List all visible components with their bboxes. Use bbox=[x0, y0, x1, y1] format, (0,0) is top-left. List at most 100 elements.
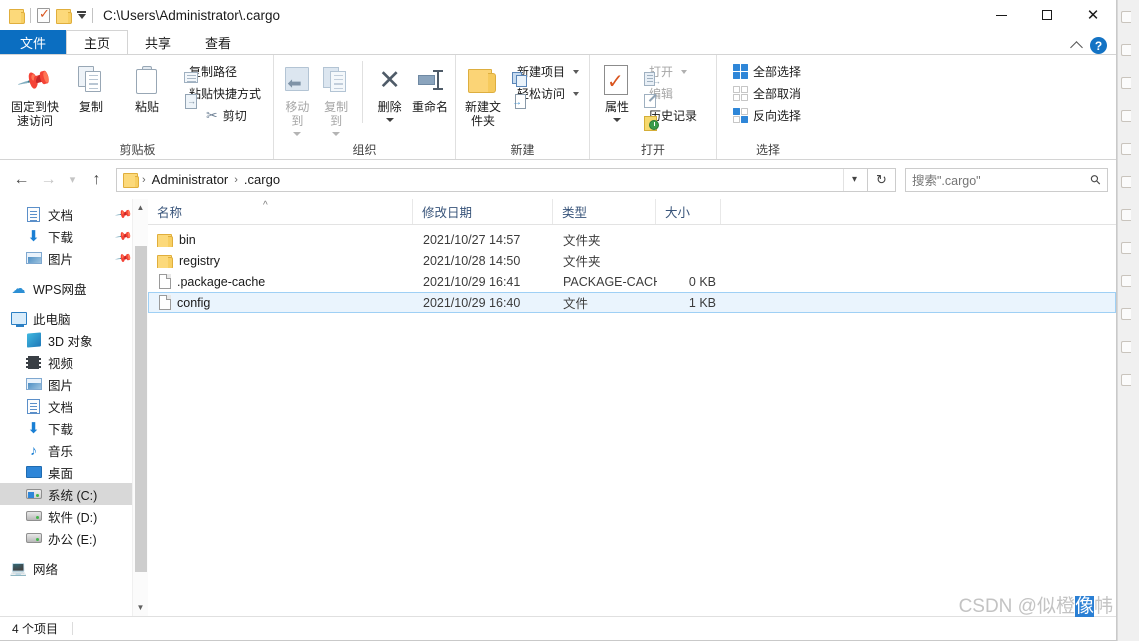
downloads-icon: ⬇ bbox=[27, 419, 40, 437]
open-button[interactable]: → 打开 bbox=[640, 61, 701, 86]
pin-to-quick-access-button[interactable]: 📌 固定到快速访问 bbox=[8, 59, 62, 128]
help-button[interactable]: ? bbox=[1090, 37, 1107, 54]
paste-shortcut-button[interactable]: → 粘贴快捷方式 bbox=[180, 83, 265, 109]
sidebar-item-3d-objects[interactable]: 3D 对象 bbox=[0, 329, 148, 351]
select-none-button[interactable]: 全部取消 bbox=[729, 83, 805, 104]
table-row[interactable]: config 2021/10/29 16:40 文件 1 KB bbox=[148, 292, 1116, 313]
tab-file[interactable]: 文件 bbox=[0, 30, 67, 54]
chevron-up-icon[interactable] bbox=[1070, 41, 1083, 54]
scrollbar-thumb[interactable] bbox=[135, 246, 147, 572]
pin-icon[interactable]: 📌 bbox=[115, 249, 134, 268]
pin-icon[interactable]: 📌 bbox=[115, 205, 134, 224]
search-input[interactable]: 搜索".cargo" bbox=[912, 170, 1091, 189]
close-button[interactable]: ✕ bbox=[1070, 0, 1116, 30]
tab-home[interactable]: 主页 bbox=[66, 30, 129, 54]
sidebar-item-label: 软件 (D:) bbox=[48, 510, 98, 525]
recent-locations-button[interactable]: ▾ bbox=[62, 167, 83, 193]
file-name: registry bbox=[179, 253, 220, 268]
sidebar-item-desktop[interactable]: 桌面 bbox=[0, 461, 148, 483]
minimize-button[interactable] bbox=[978, 0, 1024, 30]
sidebar-item-videos[interactable]: 视频 bbox=[0, 351, 148, 373]
sidebar-item-system-c[interactable]: 系统 (C:) bbox=[0, 483, 148, 505]
tab-share[interactable]: 共享 bbox=[128, 30, 188, 54]
file-name-cell: registry bbox=[149, 254, 414, 268]
table-row[interactable]: .package-cache 2021/10/29 16:41 PACKAGE-… bbox=[148, 271, 1116, 292]
breadcrumb-item-administrator[interactable]: Administrator bbox=[147, 172, 234, 187]
paste-icon bbox=[135, 63, 159, 97]
refresh-button[interactable]: ↻ bbox=[868, 167, 896, 192]
background-item-icon bbox=[1121, 274, 1131, 287]
sidebar-item-label: 网络 bbox=[33, 562, 59, 577]
move-to-button[interactable]: ⬅ 移动到 bbox=[280, 59, 315, 136]
copy-button[interactable]: 复制 bbox=[64, 59, 118, 114]
copy-path-button[interactable]: 复制路径 bbox=[180, 61, 265, 83]
folder-icon[interactable] bbox=[9, 8, 25, 24]
sidebar-item-pictures-quick[interactable]: 图片 📌 bbox=[0, 247, 148, 269]
item-count: 4 个项目 bbox=[12, 622, 59, 636]
sidebar-item-documents-quick[interactable]: 文档 📌 bbox=[0, 203, 148, 225]
maximize-button[interactable] bbox=[1024, 0, 1070, 30]
table-row[interactable]: registry 2021/10/28 14:50 文件夹 bbox=[148, 250, 1116, 271]
open-small-commands: → 打开 编辑 历史记录 bbox=[640, 59, 701, 131]
explorer-frame: C:\Users\Administrator\.cargo ✕ 文件 主页 共享… bbox=[0, 0, 1117, 641]
sidebar-item-this-pc[interactable]: 此电脑 bbox=[0, 307, 148, 329]
breadcrumb-item-cargo[interactable]: .cargo bbox=[239, 172, 285, 187]
copy-to-button[interactable]: 复制到 bbox=[319, 59, 354, 136]
history-button[interactable]: 历史记录 bbox=[640, 105, 701, 131]
pin-icon[interactable]: 📌 bbox=[115, 227, 134, 246]
table-row[interactable]: bin 2021/10/27 14:57 文件夹 bbox=[148, 229, 1116, 250]
sidebar-item-downloads-quick[interactable]: ⬇ 下载 📌 bbox=[0, 225, 148, 247]
new-folder-icon bbox=[467, 63, 498, 97]
sidebar-item-label: WPS网盘 bbox=[33, 282, 87, 297]
column-header-type[interactable]: 类型 bbox=[553, 199, 656, 224]
new-item-button[interactable]: 新建项目 bbox=[508, 61, 583, 87]
new-folder-button[interactable]: 新建文件夹 bbox=[462, 59, 504, 128]
sidebar-item-pictures[interactable]: 图片 bbox=[0, 373, 148, 395]
back-button[interactable]: ← bbox=[8, 167, 35, 193]
sidebar-item-music[interactable]: ♪ 音乐 bbox=[0, 439, 148, 461]
sidebar-item-office-e[interactable]: 办公 (E:) bbox=[0, 527, 148, 549]
properties-button[interactable]: ✓ 属性 bbox=[596, 59, 638, 122]
sidebar-item-documents[interactable]: 文档 bbox=[0, 395, 148, 417]
button-label: 属性 bbox=[604, 100, 629, 114]
sidebar-item-software-d[interactable]: 软件 (D:) bbox=[0, 505, 148, 527]
select-all-button[interactable]: 全部选择 bbox=[729, 61, 805, 82]
new-folder-icon[interactable] bbox=[56, 8, 72, 24]
edit-button[interactable]: 编辑 bbox=[640, 83, 701, 108]
column-header-name[interactable]: 名称 ^ bbox=[148, 199, 413, 224]
documents-icon bbox=[25, 206, 42, 222]
chevron-up-icon[interactable]: ▲ bbox=[133, 199, 148, 216]
navigation-scrollbar[interactable]: ▲ ▼ bbox=[132, 199, 148, 616]
window-title: C:\Users\Administrator\.cargo bbox=[103, 7, 281, 23]
up-button[interactable]: ↑ bbox=[83, 167, 110, 193]
properties-icon[interactable] bbox=[37, 6, 50, 23]
address-bar[interactable]: › Administrator › .cargo ▾ bbox=[116, 167, 868, 192]
divider bbox=[30, 7, 31, 23]
chevron-down-icon[interactable]: ▾ bbox=[843, 168, 865, 191]
title-bar[interactable]: C:\Users\Administrator\.cargo ✕ bbox=[0, 0, 1116, 30]
cloud-icon: ☁ bbox=[11, 279, 26, 296]
background-item-icon bbox=[1121, 43, 1131, 56]
chevron-down-icon[interactable]: ▼ bbox=[133, 599, 148, 616]
rename-icon bbox=[415, 63, 445, 97]
sidebar-item-network[interactable]: 💻 网络 bbox=[0, 557, 148, 579]
invert-selection-button[interactable]: 反向选择 bbox=[729, 105, 805, 126]
tab-view[interactable]: 查看 bbox=[188, 30, 248, 54]
paste-button[interactable]: 粘贴 bbox=[120, 59, 174, 114]
column-header-date[interactable]: 修改日期 bbox=[413, 199, 553, 224]
chevron-down-icon bbox=[681, 69, 688, 74]
delete-button[interactable]: ✕ 删除 bbox=[372, 59, 407, 122]
chevron-down-icon[interactable] bbox=[77, 11, 86, 19]
file-type-cell: PACKAGE-CACH... bbox=[563, 274, 657, 289]
column-header-size[interactable]: 大小 bbox=[656, 199, 721, 224]
copy-icon bbox=[78, 63, 104, 97]
sidebar-item-downloads[interactable]: ⬇ 下载 bbox=[0, 417, 148, 439]
background-row bbox=[1118, 363, 1139, 396]
rename-button[interactable]: 重命名 bbox=[411, 59, 449, 114]
forward-button[interactable]: → bbox=[35, 167, 62, 193]
search-box[interactable]: 搜索".cargo" ⚲ bbox=[905, 167, 1108, 192]
background-window[interactable] bbox=[1117, 0, 1139, 641]
sidebar-item-wps-cloud[interactable]: ☁ WPS网盘 bbox=[0, 277, 148, 299]
